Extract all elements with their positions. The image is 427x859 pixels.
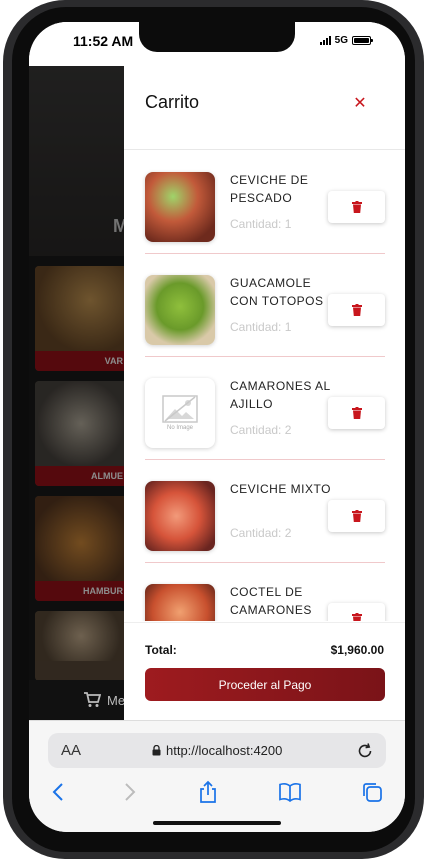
status-time: 11:52 AM: [73, 33, 134, 49]
address-bar[interactable]: AA http://localhost:4200: [48, 733, 386, 768]
item-quantity: Cantidad: 1: [230, 320, 292, 334]
phone-screen: 11:52 AM 5G M VAR ALMUE HAMBUR Me Carrit…: [29, 22, 405, 832]
total-label: Total:: [145, 643, 177, 657]
notch: [139, 22, 295, 52]
network-label: 5G: [334, 35, 348, 46]
cart-item: CEVICHE MIXTO Cantidad: 2: [145, 460, 385, 563]
cart-drawer: Carrito ✕ CEVICHE DE PESCADO Cantidad: 1…: [124, 66, 405, 720]
bookmarks-icon[interactable]: [277, 779, 303, 805]
url-display[interactable]: http://localhost:4200: [152, 743, 282, 758]
item-quantity: Cantidad: 2: [230, 526, 292, 540]
delete-item-button[interactable]: [328, 294, 385, 326]
tabs-icon[interactable]: [359, 779, 385, 805]
trash-icon: [351, 407, 362, 419]
cart-title: Carrito: [145, 92, 200, 112]
cart-item: COCTEL DE CAMARONES: [145, 563, 385, 621]
item-image: [145, 481, 215, 551]
battery-icon: [352, 36, 373, 45]
cart-header: Carrito ✕: [124, 66, 405, 150]
reload-icon[interactable]: [356, 740, 374, 760]
no-image-text: No Image: [166, 425, 193, 431]
reader-aa-button[interactable]: AA: [61, 742, 81, 759]
trash-icon: [351, 304, 362, 316]
trash-icon: [351, 201, 362, 213]
cart-item: CEVICHE DE PESCADO Cantidad: 1: [145, 151, 385, 254]
lock-icon: [152, 745, 161, 756]
item-name: COCTEL DE CAMARONES: [230, 585, 312, 617]
item-name: CAMARONES AL AJILLO: [230, 379, 331, 411]
delete-item-button[interactable]: [328, 603, 385, 621]
no-image-icon: [162, 395, 198, 423]
item-image: [145, 172, 215, 242]
cart-item: No Image CAMARONES AL AJILLO Cantidad: 2: [145, 357, 385, 460]
cart-icon[interactable]: [83, 692, 101, 708]
item-quantity: Cantidad: 1: [230, 217, 292, 231]
cart-item: GUACAMOLE CON TOTOPOS Cantidad: 1: [145, 254, 385, 357]
total-value: $1,960.00: [330, 643, 384, 657]
item-name: CEVICHE MIXTO: [230, 482, 331, 496]
cart-items-list: CEVICHE DE PESCADO Cantidad: 1 GUACAMOLE…: [124, 151, 405, 621]
url-text: http://localhost:4200: [166, 743, 283, 758]
delete-item-button[interactable]: [328, 191, 385, 223]
browser-toolbar: AA http://localhost:4200: [29, 720, 405, 832]
item-image: [145, 275, 215, 345]
nav-menu-label[interactable]: Me: [107, 693, 125, 708]
share-icon[interactable]: [195, 779, 221, 805]
signal-icon: [319, 36, 331, 45]
browser-nav-bar: [29, 779, 405, 809]
back-icon[interactable]: [45, 779, 71, 805]
forward-icon[interactable]: [117, 779, 143, 805]
item-image: [145, 584, 215, 621]
status-indicators: 5G: [319, 35, 373, 46]
checkout-button[interactable]: Proceder al Pago: [145, 668, 385, 701]
home-indicator[interactable]: [153, 821, 281, 825]
delete-item-button[interactable]: [328, 500, 385, 532]
trash-icon: [351, 510, 362, 522]
trash-icon: [351, 613, 362, 621]
item-name: GUACAMOLE CON TOTOPOS: [230, 276, 324, 308]
item-image: No Image: [145, 378, 215, 448]
close-icon[interactable]: ✕: [353, 96, 367, 112]
delete-item-button[interactable]: [328, 397, 385, 429]
cart-footer: Total: $1,960.00 Proceder al Pago: [124, 622, 405, 720]
item-quantity: Cantidad: 2: [230, 423, 292, 437]
item-name: CEVICHE DE PESCADO: [230, 173, 309, 205]
